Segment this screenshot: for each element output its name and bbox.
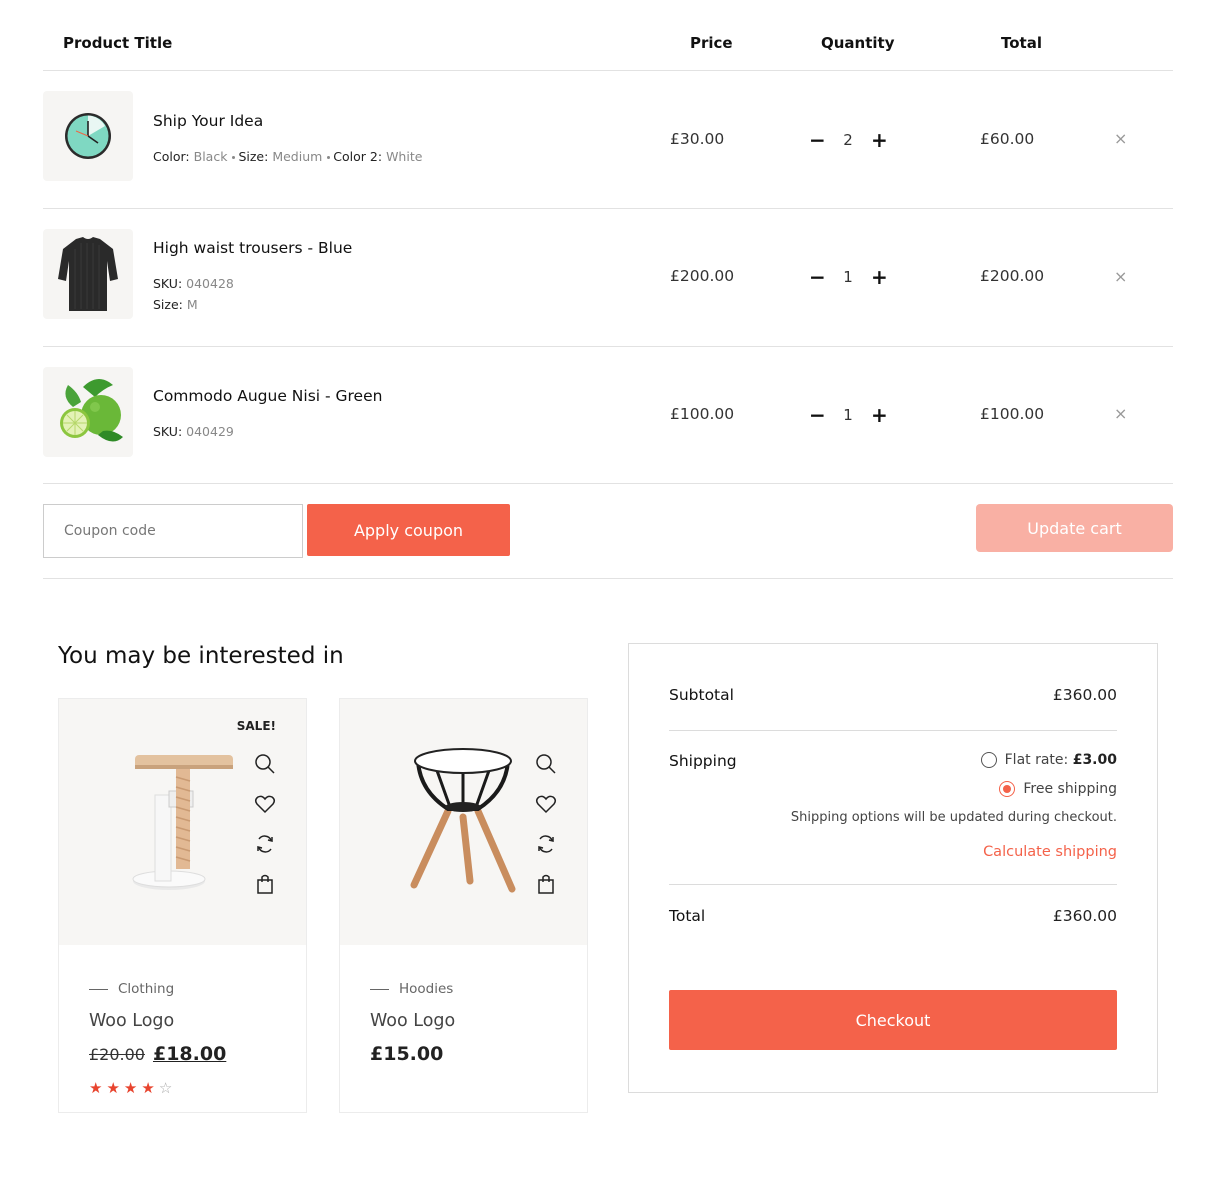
divider	[669, 884, 1117, 885]
shipping-option-free[interactable]: Free shipping	[999, 781, 1117, 797]
crosssell-title: You may be interested in	[58, 643, 344, 669]
shipping-option-flat-rate[interactable]: Flat rate: £3.00	[980, 752, 1117, 768]
total-label: Total	[669, 907, 706, 925]
star-outline-icon: ☆	[158, 1079, 177, 1097]
shipping-label: Shipping	[669, 752, 737, 770]
product-size: Size: M	[153, 297, 198, 312]
star-icon: ★	[123, 1079, 142, 1097]
quantity-increase-button[interactable]: +	[871, 267, 888, 287]
product-name[interactable]: Commodo Augue Nisi - Green	[153, 387, 382, 405]
heart-icon[interactable]	[533, 793, 559, 833]
card-actions	[533, 753, 559, 913]
product-thumbnail[interactable]	[43, 91, 133, 181]
quantity-value[interactable]: 2	[838, 131, 858, 149]
search-icon[interactable]	[533, 753, 559, 793]
radio-button-selected[interactable]	[999, 781, 1016, 797]
product-price: £15.00	[370, 1043, 444, 1065]
apply-coupon-button[interactable]: Apply coupon	[307, 504, 510, 556]
radio-button[interactable]	[980, 752, 997, 768]
header-product: Product Title	[63, 34, 173, 52]
black-tshirt-image	[58, 237, 118, 311]
quantity-decrease-button[interactable]: −	[809, 130, 826, 150]
line-total: £200.00	[980, 267, 1045, 285]
shipping-note: Shipping options will be updated during …	[790, 810, 1117, 825]
quantity-decrease-button[interactable]: −	[809, 405, 826, 425]
subtotal-value: £360.00	[1052, 686, 1117, 704]
product-sku: SKU: 040428	[153, 276, 234, 291]
star-icon: ★	[106, 1079, 124, 1097]
divider	[43, 346, 1173, 347]
divider	[669, 730, 1117, 731]
quantity-value[interactable]: 1	[838, 268, 858, 286]
product-category[interactable]: Clothing	[89, 981, 174, 997]
heart-icon[interactable]	[252, 793, 278, 833]
remove-item-button[interactable]: ×	[1114, 404, 1127, 423]
sale-badge: SALE!	[236, 719, 276, 733]
quantity-decrease-button[interactable]: −	[809, 267, 826, 287]
old-price: £20.00	[89, 1045, 145, 1064]
divider	[43, 483, 1173, 484]
product-card[interactable]: Hoodies Woo Logo £15.00	[339, 698, 588, 1113]
product-category[interactable]: Hoodies	[370, 981, 453, 997]
product-price: £30.00	[670, 130, 725, 148]
remove-item-button[interactable]: ×	[1114, 129, 1127, 148]
subtotal-label: Subtotal	[669, 686, 734, 704]
sale-price: £18.00	[152, 1043, 227, 1065]
product-thumbnail[interactable]	[43, 367, 133, 457]
quantity-increase-button[interactable]: +	[871, 405, 888, 425]
remove-item-button[interactable]: ×	[1114, 267, 1127, 286]
product-price: £20.00 £18.00	[89, 1043, 226, 1065]
star-icon: ★	[89, 1079, 107, 1097]
header-price: Price	[690, 34, 733, 52]
header-quantity: Quantity	[821, 34, 895, 52]
header-total: Total	[1001, 34, 1042, 52]
quantity-increase-button[interactable]: +	[871, 130, 888, 150]
divider	[43, 208, 1173, 209]
search-icon[interactable]	[252, 753, 278, 793]
divider	[43, 578, 1173, 579]
shopping-bag-icon[interactable]	[252, 873, 278, 913]
star-icon: ★	[141, 1079, 159, 1097]
limes-image	[60, 378, 123, 442]
product-price: £200.00	[670, 267, 735, 285]
star-rating: ★★★★☆	[89, 1079, 176, 1097]
product-title[interactable]: Woo Logo	[89, 1011, 174, 1031]
product-thumbnail[interactable]	[43, 229, 133, 319]
update-cart-button[interactable]: Update cart	[976, 504, 1173, 552]
wall-clock-image	[65, 113, 111, 159]
product-name[interactable]: High waist trousers - Blue	[153, 239, 352, 257]
line-total: £100.00	[980, 405, 1045, 423]
checkout-button[interactable]: Checkout	[669, 990, 1117, 1050]
total-value: £360.00	[1052, 907, 1117, 925]
product-sku: SKU: 040429	[153, 424, 234, 439]
quantity-value[interactable]: 1	[838, 406, 858, 424]
product-card[interactable]: SALE! Clothing Woo Logo £20.00 £18.00 ★★★…	[58, 698, 307, 1113]
cart-totals: Subtotal £360.00 Shipping Flat rate: £3.…	[628, 643, 1158, 1093]
coupon-code-input[interactable]	[43, 504, 303, 558]
line-total: £60.00	[980, 130, 1035, 148]
shopping-bag-icon[interactable]	[533, 873, 559, 913]
product-variations: Color: Black Size: Medium Color 2: White	[153, 149, 423, 164]
compare-icon[interactable]	[252, 833, 278, 873]
product-name[interactable]: Ship Your Idea	[153, 112, 263, 130]
divider	[43, 70, 1173, 71]
calculate-shipping-link[interactable]: Calculate shipping	[983, 844, 1117, 860]
card-actions	[252, 753, 278, 913]
product-price: £100.00	[670, 405, 735, 423]
compare-icon[interactable]	[533, 833, 559, 873]
product-title[interactable]: Woo Logo	[370, 1011, 455, 1031]
